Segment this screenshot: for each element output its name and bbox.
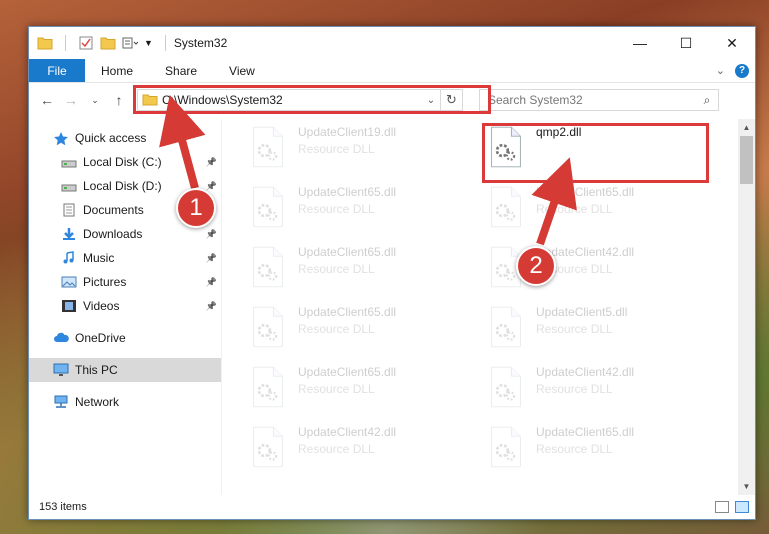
annotation-arrows [159, 94, 577, 246]
callout-badge-2: 2 [516, 246, 556, 286]
callout-badge-1: 1 [176, 188, 216, 228]
arrow-2 [531, 157, 577, 246]
arrow-1 [159, 94, 206, 190]
